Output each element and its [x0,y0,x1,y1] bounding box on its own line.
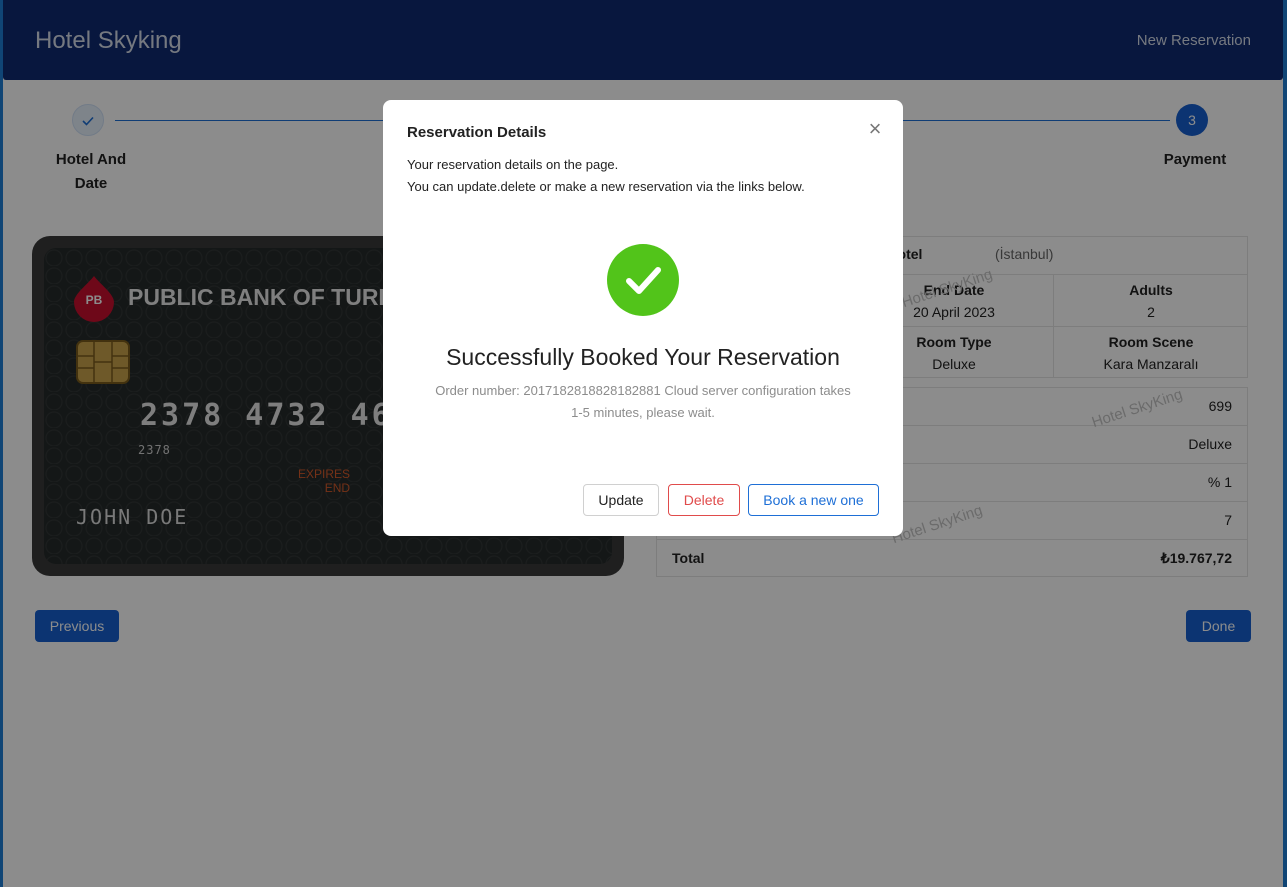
reservation-details-modal: Reservation Details × Your reservation d… [383,100,903,536]
order-number-text: Order number: 2017182818828182881 Cloud … [435,383,851,420]
delete-button[interactable]: Delete [668,484,740,516]
update-button[interactable]: Update [583,484,659,516]
modal-description: Your reservation details on the page. Yo… [407,157,805,194]
modal-title: Reservation Details [407,124,547,141]
close-icon[interactable]: × [865,116,885,142]
success-title: Successfully Booked Your Reservation [446,344,840,370]
book-new-button[interactable]: Book a new one [748,484,879,516]
success-check-icon [607,244,679,316]
